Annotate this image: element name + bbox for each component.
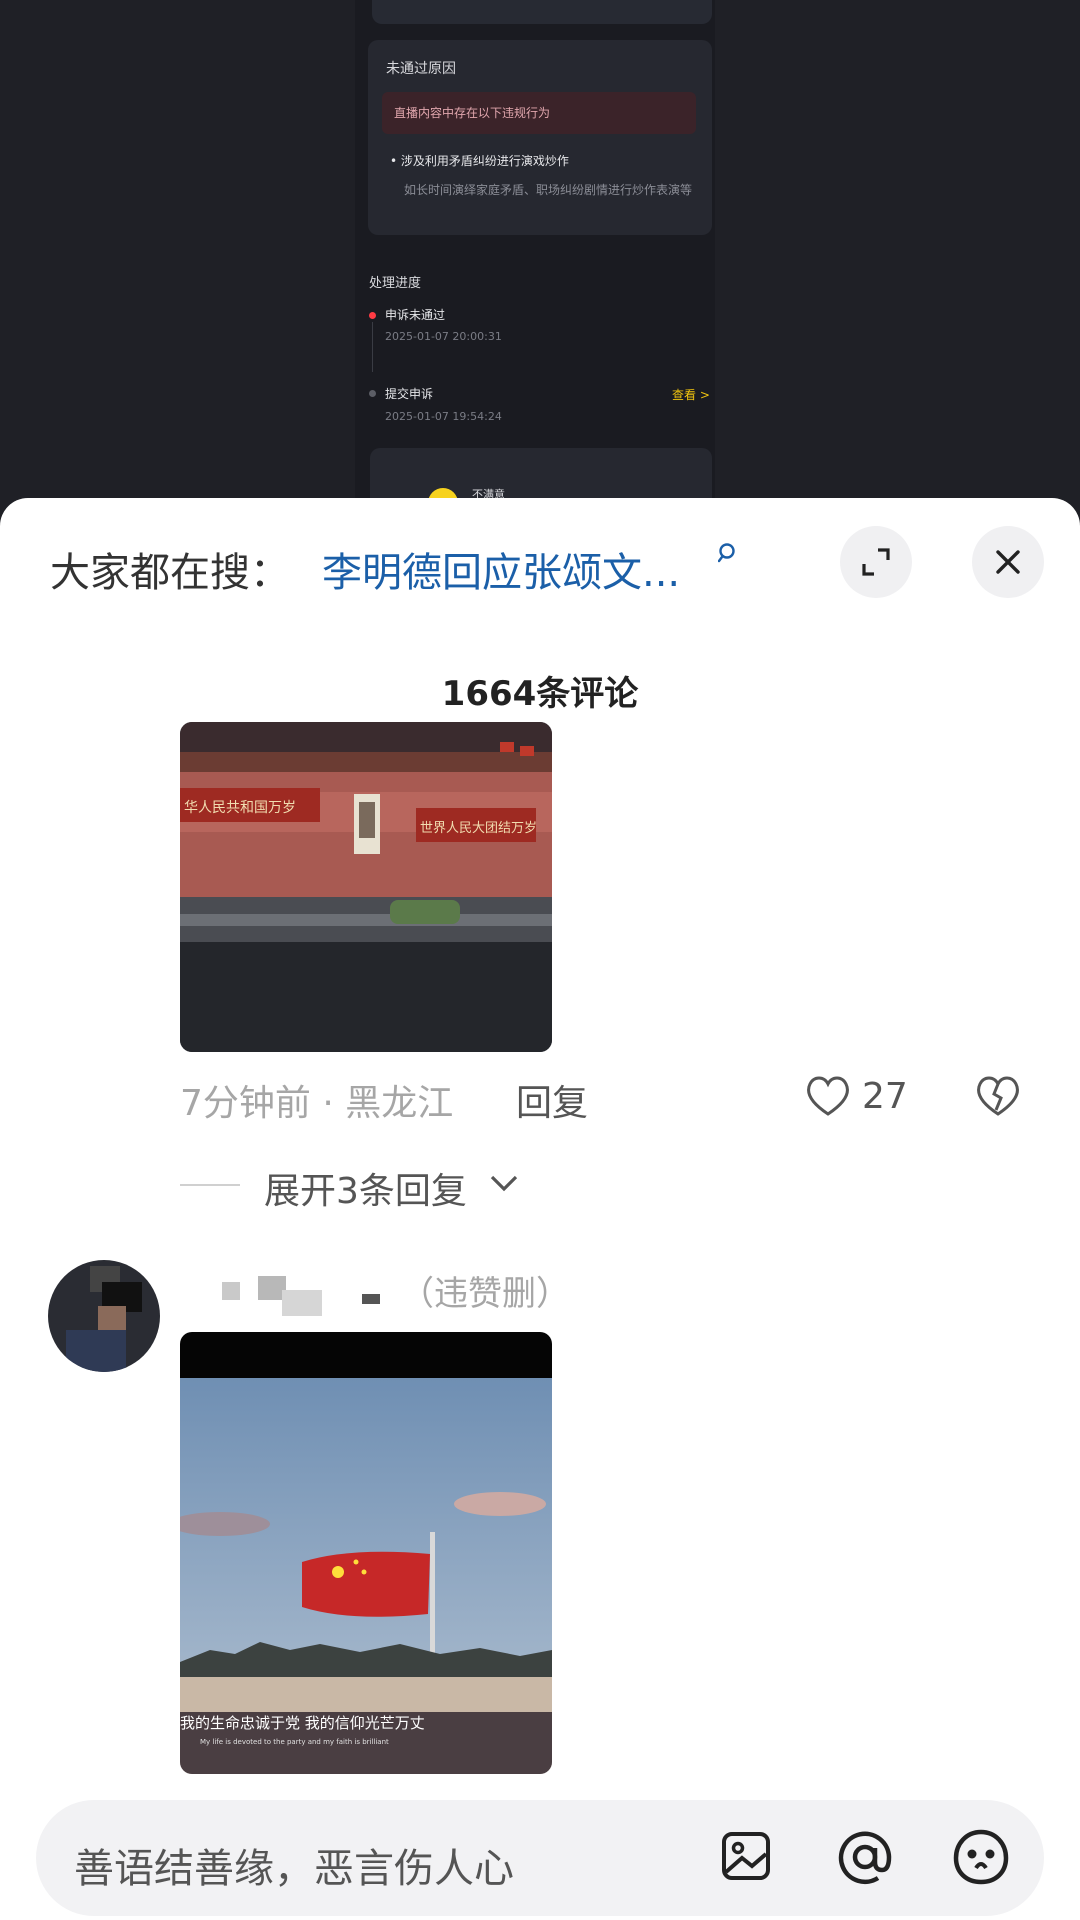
expand-sheet-button[interactable] bbox=[840, 526, 912, 598]
reject-reason-title: 未通过原因 bbox=[386, 61, 456, 77]
previous-card bbox=[372, 0, 712, 24]
violation-description: 如长时间演绎家庭矛盾、职场纠纷剧情进行炒作表演等 bbox=[404, 183, 693, 197]
violation-item: • 涉及利用矛盾纠纷进行演戏炒作 bbox=[390, 154, 569, 168]
at-icon[interactable] bbox=[834, 1826, 896, 1888]
violation-banner-text: 直播内容中存在以下违规行为 bbox=[394, 106, 551, 120]
username[interactable]: （违赞删） bbox=[400, 1266, 570, 1315]
expand-divider bbox=[180, 1184, 240, 1186]
dislike-icon[interactable] bbox=[974, 1074, 1022, 1118]
expand-replies-button[interactable]: 展开3条回复 bbox=[264, 1162, 467, 1214]
comment-input-bar[interactable]: 善语结善缘，恶言伤人心 bbox=[36, 1800, 1044, 1916]
like-icon[interactable] bbox=[804, 1074, 852, 1118]
step-title-2: 提交申诉 bbox=[385, 387, 434, 401]
progress-title: 处理进度 bbox=[369, 276, 422, 291]
banner-right-text: 世界人民大团结万岁 bbox=[420, 821, 537, 836]
trending-search-link[interactable]: 李明德回应张颂文... bbox=[322, 540, 680, 598]
step-time-1: 2025-01-07 20:00:31 bbox=[385, 330, 502, 343]
chevron-down-icon[interactable] bbox=[488, 1172, 520, 1194]
status-dot-grey bbox=[369, 390, 376, 397]
view-appeal-link[interactable]: 查看 > bbox=[672, 386, 710, 403]
flag-caption-en: My life is devoted to the party and my f… bbox=[200, 1738, 389, 1746]
step-title-1: 申诉未通过 bbox=[385, 308, 446, 322]
comment-image-flag[interactable]: 我的生命忠诚于党 我的信仰光芒万丈 My life is devoted to … bbox=[180, 1332, 552, 1774]
reject-reason-card: 未通过原因 直播内容中存在以下违规行为 • 涉及利用矛盾纠纷进行演戏炒作 如长时… bbox=[368, 40, 712, 235]
step-time-2: 2025-01-07 19:54:24 bbox=[385, 410, 502, 423]
progress-line bbox=[372, 322, 373, 372]
search-icon[interactable] bbox=[718, 542, 740, 564]
status-dot-red bbox=[369, 312, 376, 319]
avatar[interactable] bbox=[48, 1260, 160, 1372]
comment-time-location: 7分钟前 · 黑龙江 bbox=[180, 1083, 454, 1124]
flag-caption: 我的生命忠诚于党 我的信仰光芒万丈 bbox=[180, 1714, 425, 1732]
search-prefix: 大家都在搜： bbox=[50, 550, 290, 596]
comment-input-placeholder[interactable]: 善语结善缘，恶言伤人心 bbox=[74, 1836, 514, 1894]
username-mosaic bbox=[222, 1282, 240, 1300]
violation-banner: 直播内容中存在以下违规行为 bbox=[382, 92, 696, 134]
image-icon[interactable] bbox=[716, 1826, 776, 1886]
comment-count: 1664条评论 bbox=[441, 674, 639, 714]
expand-icon bbox=[862, 548, 890, 576]
banner-left-text: 华人民共和国万岁 bbox=[184, 800, 296, 816]
reply-button[interactable]: 回复 bbox=[516, 1074, 588, 1126]
like-count: 27 bbox=[862, 1076, 908, 1117]
background-screenshot: 未通过原因 直播内容中存在以下违规行为 • 涉及利用矛盾纠纷进行演戏炒作 如长时… bbox=[0, 0, 1080, 520]
close-button[interactable] bbox=[972, 526, 1044, 598]
close-icon bbox=[996, 550, 1020, 574]
comment-sheet: 大家都在搜： 李明德回应张颂文... 1664条评论 华人民共和国万岁 世界人民… bbox=[0, 498, 1080, 1920]
emoji-icon[interactable] bbox=[950, 1826, 1012, 1888]
comment-image-tiananmen[interactable]: 华人民共和国万岁 世界人民大团结万岁 bbox=[180, 722, 552, 1052]
